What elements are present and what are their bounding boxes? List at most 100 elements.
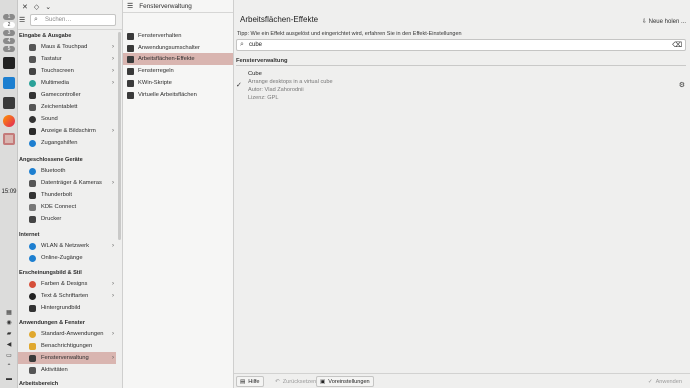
workspace-1[interactable]: 1 [3,14,15,20]
workspace-5[interactable]: 5 [3,46,15,52]
sidebar-item-wallpaper[interactable]: Hintergrundbild [18,302,116,314]
workspace-2[interactable]: 2 [3,22,15,28]
show-desktop-icon[interactable]: ▬ [4,376,14,382]
help-button[interactable]: ▤ Hilfe [236,376,264,387]
sidebar-item-label: Hintergrundbild [41,305,81,311]
sidebar-item-notifications[interactable]: Benachrichtigungen [18,340,116,352]
terminal-icon[interactable] [3,57,15,69]
sidebar-item-window-management[interactable]: Fensterverwaltung › [18,352,116,364]
bluetooth-icon [29,167,36,175]
hamburger-menu-icon[interactable]: ☰ [19,16,25,24]
sidebar-item-kdeconnect[interactable]: KDE Connect [18,201,116,213]
rules-icon [127,67,134,75]
chevron-up-icon[interactable]: ⌃ [4,364,14,370]
sidebar-item-label: KDE Connect [41,204,77,210]
reset-icon: ↶ [275,378,280,385]
sidebar-item-network[interactable]: WLAN & Netzwerk › [18,240,116,252]
effect-search-input[interactable]: ⌕ cube ⌫ [236,39,686,51]
clock[interactable]: 15:09 [0,189,18,195]
sidebar-item-online-accounts[interactable]: Online-Zugänge [18,252,116,264]
sidebar-item-multimedia[interactable]: Multimedia › [18,77,116,89]
sidebar-item-bluetooth[interactable]: Bluetooth [18,165,116,177]
sidebar-toolbar: ✕ ◇ ⌄ ☰ ⌕ Suchen… [18,0,122,30]
sidebar-item-label: Maus & Touchpad [41,44,88,50]
printer-icon [29,215,36,223]
wallpaper-icon [29,304,36,312]
effect-license: Lizenz: GPL [248,95,279,101]
defaults-icon: ▣ [320,378,326,385]
defaults-label: Voreinstellungen [328,378,370,385]
sidebar-item-label: Fensterverwaltung [41,355,89,361]
clear-icon[interactable]: ⌫ [672,41,682,49]
category-internet: Internet [19,232,40,238]
chevron-right-icon: › [112,355,114,361]
mouse-icon [29,43,36,51]
sidebar-item-label: Standard-Anwendungen [41,331,104,337]
monitor-icon [29,127,36,135]
sidebar-item-tablet[interactable]: Zeichentablett [18,101,116,113]
sidebar-item-fonts[interactable]: Text & Schriftarten › [18,290,116,302]
sidebar-item-label: Aktivitäten [41,367,68,373]
sidebar-item-label: Farben & Designs [41,281,88,287]
subcategory-item-virtual-desktops[interactable]: Virtuelle Arbeitsflächen [123,89,233,101]
subcategory-item-desktop-effects[interactable]: Arbeitsflächen-Effekte [123,53,233,65]
category-apps-windows: Anwendungen & Fenster [19,320,85,326]
virtual-desktops-icon [127,91,134,99]
drive-icon [29,179,36,187]
globe-icon[interactable]: ◉ [4,320,14,326]
chevron-down-icon[interactable]: ⌄ [45,3,51,11]
window-menu: ✕ ◇ ⌄ [22,3,51,11]
chevron-right-icon: › [112,128,114,134]
sidebar-item-label: Zugangshilfen [41,140,78,146]
chevron-right-icon: › [112,281,114,287]
grid-icon[interactable]: ▦ [4,310,14,316]
sidebar-item-thunderbolt[interactable]: Thunderbolt [18,189,116,201]
configure-icon[interactable]: ⚙ [679,81,685,89]
settings-app-icon[interactable] [3,133,15,145]
hamburger-menu-icon[interactable]: ☰ [127,2,133,10]
sidebar-item-printers[interactable]: Drucker [18,213,116,225]
globe-icon [29,242,36,250]
sidebar-item-label: WLAN & Netzwerk [41,243,89,249]
speaker-icon[interactable]: ◀ [4,342,14,348]
apply-icon: ✓ [647,378,653,385]
sidebar-search-input[interactable]: ⌕ Suchen… [30,14,116,26]
network-icon[interactable]: ▰ [4,331,14,337]
workspace-3[interactable]: 3 [3,30,15,36]
reset-button[interactable]: ↶ Zurücksetzen [271,376,320,387]
defaults-button[interactable]: ▣ Voreinstellungen [316,376,374,387]
sidebar-item-sound[interactable]: Sound [18,113,116,125]
subcategory-item-window-behavior[interactable]: Fensterverhalten [123,30,233,42]
sidebar-item-activities[interactable]: Aktivitäten [18,364,116,376]
subcategory-item-kwin-scripts[interactable]: KWin-Skripte [123,77,233,89]
get-new-button[interactable]: ⇩ Neue holen ... [642,18,686,25]
sidebar-item-storage[interactable]: Datenträger & Kameras › [18,177,116,189]
reset-label: Zurücksetzen [282,378,317,385]
folder-icon[interactable] [3,77,15,89]
sidebar-scrollbar[interactable] [118,32,121,240]
sidebar-item-keyboard[interactable]: Tastatur › [18,53,116,65]
firefox-icon[interactable] [3,115,15,127]
checkmark-icon[interactable]: ✓ [236,81,242,89]
keyboard-icon [29,55,36,63]
console-icon[interactable] [3,97,15,109]
settings-sidebar: ✕ ◇ ⌄ ☰ ⌕ Suchen… Eingabe & Ausgabe Maus… [18,0,123,388]
subcategory-title: Fensterverwaltung [139,2,192,10]
keep-above-icon[interactable]: ◇ [34,3,39,11]
apply-button[interactable]: ✓ Anwenden [644,376,686,387]
subcategory-label: Anwendungsumschalter [138,45,200,51]
workspace-4[interactable]: 4 [3,38,15,44]
group-divider [236,65,686,66]
sidebar-item-mouse[interactable]: Maus & Touchpad › [18,41,116,53]
sidebar-item-colors-themes[interactable]: Farben & Designs › [18,278,116,290]
clipboard-icon[interactable]: ▭ [4,353,14,359]
close-icon[interactable]: ✕ [22,3,28,11]
subcategory-item-window-rules[interactable]: Fensterregeln [123,65,233,77]
sidebar-item-display[interactable]: Anzeige & Bildschirm › [18,125,116,137]
sidebar-item-label: Benachrichtigungen [41,343,93,349]
sidebar-item-default-apps[interactable]: Standard-Anwendungen › [18,328,116,340]
sidebar-item-gamecontroller[interactable]: Gamecontroller [18,89,116,101]
sidebar-item-accessibility[interactable]: Zugangshilfen [18,137,116,149]
sidebar-item-touchscreen[interactable]: Touchscreen › [18,65,116,77]
sidebar-item-label: Multimedia [41,80,70,86]
